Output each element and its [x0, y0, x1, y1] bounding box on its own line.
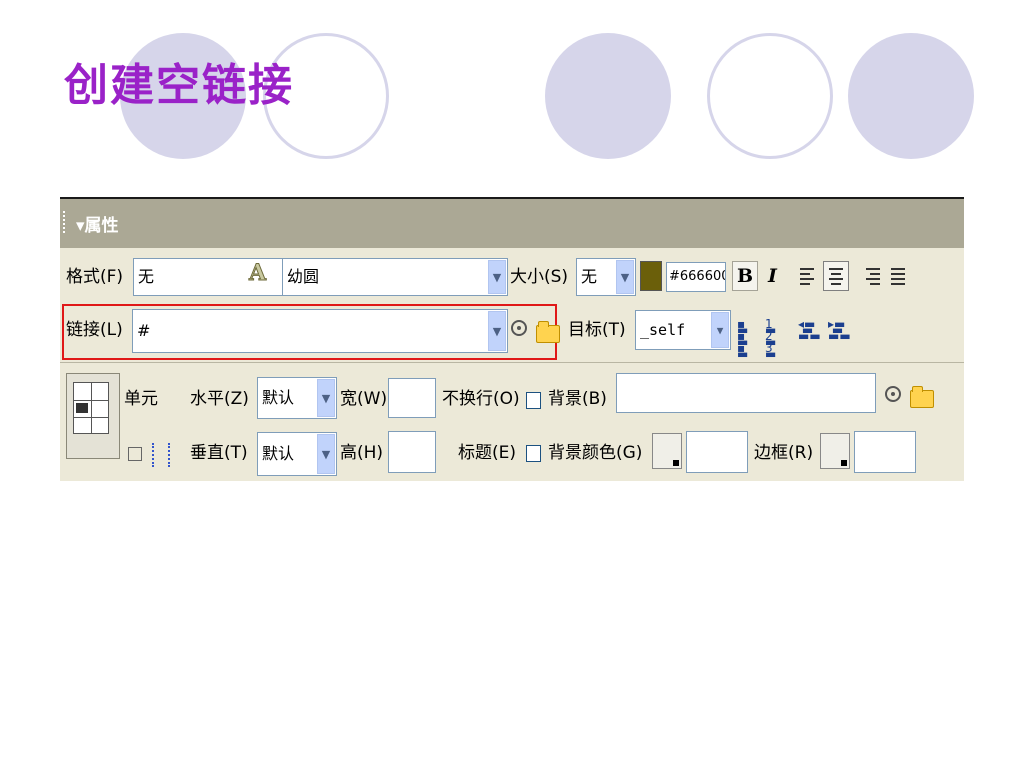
- font-icon: A: [248, 260, 267, 287]
- unit-label: 单元: [124, 389, 158, 409]
- chevron-down-icon[interactable]: ▼: [488, 311, 506, 351]
- header-checkbox[interactable]: [526, 445, 541, 462]
- font-value: 幼圆: [287, 267, 320, 286]
- vert-value: 默认: [262, 444, 295, 463]
- nowrap-label: 不换行(O): [442, 389, 520, 409]
- decor-circle-5: [848, 33, 974, 159]
- target-value: _self: [640, 321, 686, 339]
- chevron-down-icon[interactable]: ▼: [317, 434, 335, 474]
- target-label: 目标(T): [568, 320, 626, 340]
- height-label: 高(H): [340, 443, 384, 463]
- ordered-list-icon[interactable]: 1 ▬ 2 ▬ 3 ▬: [765, 318, 783, 360]
- width-input[interactable]: [388, 378, 436, 418]
- align-justify-icon[interactable]: [891, 268, 905, 288]
- table-cell-icon: [66, 373, 120, 459]
- panel-header[interactable]: ▾属性: [60, 197, 964, 248]
- folder-icon[interactable]: [910, 386, 934, 408]
- link-value: #: [137, 321, 151, 340]
- bold-button[interactable]: B: [732, 261, 758, 291]
- size-label: 大小(S): [510, 267, 569, 287]
- bg-label: 背景(B): [548, 389, 607, 409]
- border-color-input[interactable]: [854, 431, 916, 473]
- panel-divider: [60, 362, 964, 363]
- font-select[interactable]: 幼圆 ▼: [282, 258, 508, 296]
- cell-grid: [73, 382, 109, 434]
- horz-select[interactable]: 默认 ▼: [257, 377, 337, 419]
- panel-title[interactable]: ▾属性: [76, 211, 119, 236]
- format-select[interactable]: 无 ▼: [133, 258, 303, 296]
- color-hex-input[interactable]: #666600: [666, 262, 726, 292]
- link-input[interactable]: # ▼: [132, 309, 508, 353]
- folder-icon[interactable]: [536, 321, 560, 343]
- chevron-down-icon[interactable]: ▼: [711, 312, 729, 348]
- align-right-icon[interactable]: [866, 268, 880, 288]
- size-value: 无: [581, 267, 598, 286]
- properties-panel: ▾属性 格式(F) 无 ▼ A 幼圆 ▼ 大小(S) 无 ▼ #666600 B…: [60, 197, 964, 481]
- decor-circle-3: [545, 33, 671, 159]
- grip-icon[interactable]: [63, 211, 68, 233]
- bgcolor-label: 背景颜色(G): [548, 443, 643, 463]
- bgcolor-input[interactable]: [686, 431, 748, 473]
- outdent-icon[interactable]: ◂▬ ▬ ▬▬: [798, 318, 821, 342]
- align-left-icon[interactable]: [800, 268, 814, 288]
- unordered-list-icon[interactable]: ▪ ▬ ▪ ▬ ▪ ▬: [737, 318, 755, 360]
- vert-select[interactable]: 默认 ▼: [257, 432, 337, 476]
- border-label: 边框(R): [754, 443, 814, 463]
- width-label: 宽(W): [340, 389, 388, 409]
- bgcolor-picker[interactable]: [652, 433, 682, 469]
- chevron-down-icon[interactable]: ▼: [616, 260, 634, 294]
- header-label: 标题(E): [458, 443, 517, 463]
- italic-button[interactable]: I: [768, 262, 777, 290]
- point-to-file-icon[interactable]: [511, 320, 527, 336]
- decor-circle-4: [707, 33, 833, 159]
- horz-label: 水平(Z): [190, 389, 249, 409]
- format-label: 格式(F): [66, 267, 124, 287]
- point-to-file-icon[interactable]: [885, 386, 901, 402]
- format-value: 无: [138, 267, 155, 286]
- bg-input[interactable]: [616, 373, 876, 413]
- align-center-icon: [829, 268, 843, 288]
- text-color-swatch[interactable]: [640, 261, 662, 291]
- border-color-picker[interactable]: [820, 433, 850, 469]
- horz-value: 默认: [262, 388, 295, 407]
- indent-icon[interactable]: ▸▬ ▬ ▬▬: [828, 318, 851, 342]
- chevron-down-icon[interactable]: ▼: [317, 379, 335, 417]
- link-label: 链接(L): [66, 320, 123, 340]
- chevron-down-icon[interactable]: ▼: [488, 260, 506, 294]
- target-select[interactable]: _self ▼: [635, 310, 731, 350]
- nowrap-checkbox[interactable]: [526, 392, 541, 409]
- slide-title: 创建空链接: [64, 60, 294, 111]
- vert-label: 垂直(T): [190, 443, 248, 463]
- size-select[interactable]: 无 ▼: [576, 258, 636, 296]
- height-input[interactable]: [388, 431, 436, 473]
- split-cell-icon[interactable]: [152, 443, 170, 467]
- merge-cells-icon[interactable]: [128, 447, 142, 461]
